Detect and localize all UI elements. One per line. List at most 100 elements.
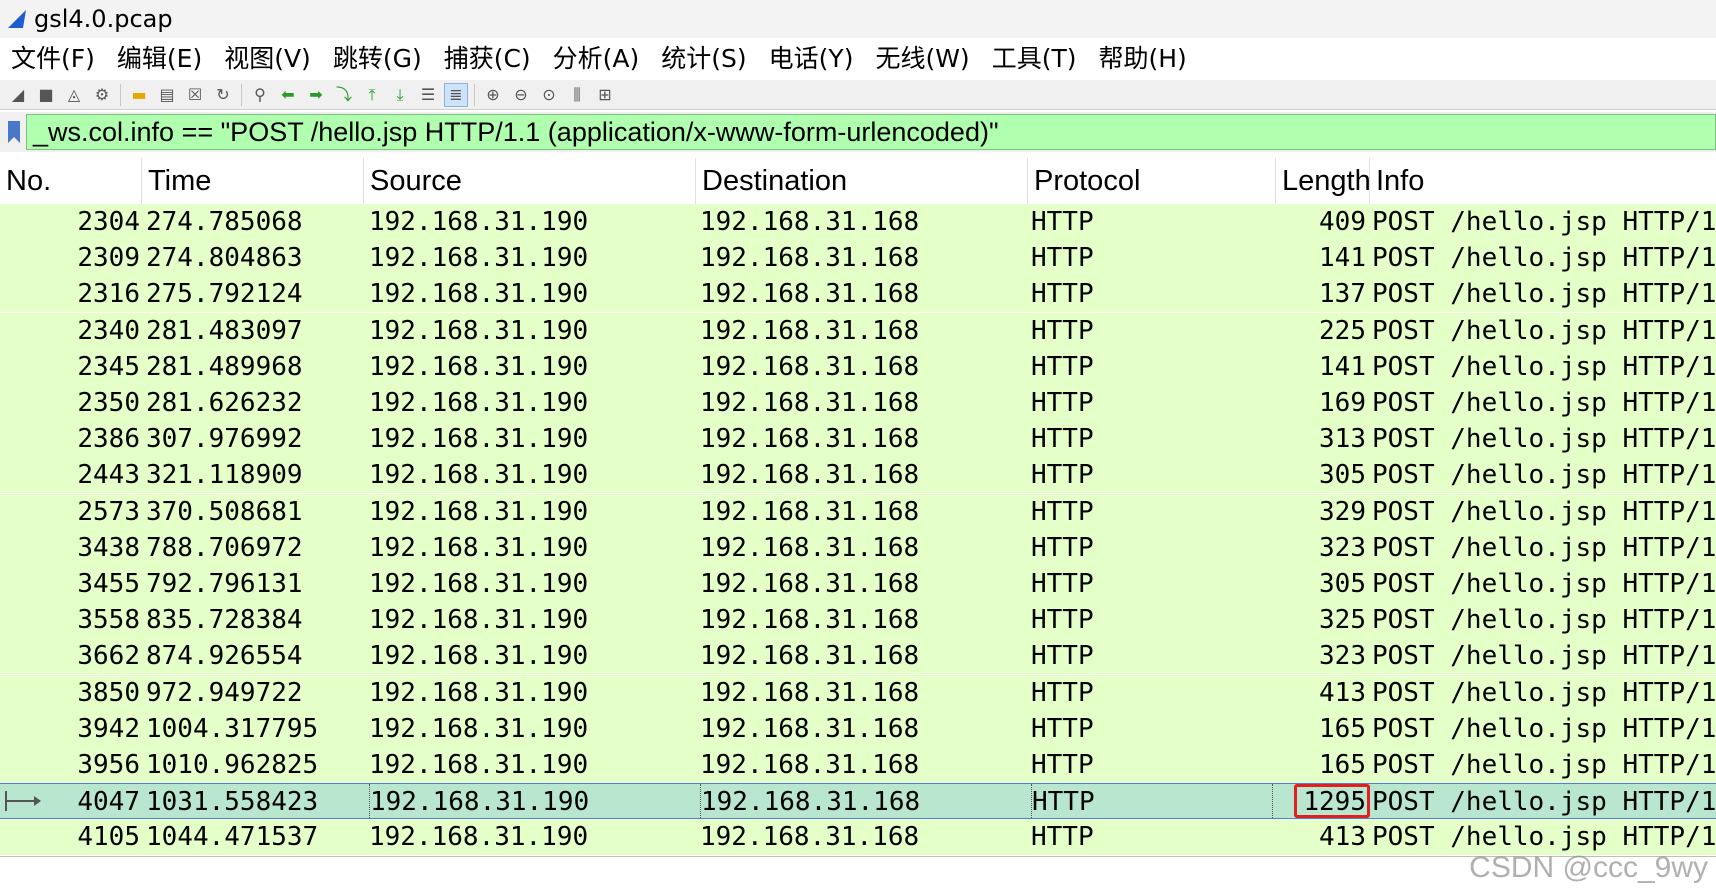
column-header-destination[interactable]: Destination <box>696 158 1028 204</box>
table-row[interactable]: 3850 972.949722 192.168.31.190 192.168.31.1… <box>0 675 1716 711</box>
packet-info: POST /hello.jsp HTTP/1 <box>1372 822 1716 852</box>
table-row-selected[interactable]: 4047 1031.558423 192.168.31.190 192.168.31.… <box>0 783 1716 820</box>
packet-info: POST /hello.jsp HTTP/1 <box>1372 352 1716 382</box>
table-row[interactable]: 2304 274.785068 192.168.31.190 192.168.31.1… <box>0 204 1716 240</box>
go-back-icon[interactable]: ⬅ <box>276 83 300 107</box>
table-row[interactable]: 3942 1004.317795 192.168.31.190 192.168.31.… <box>0 711 1716 747</box>
table-row[interactable]: 2309 274.804863 192.168.31.190 192.168.31.1… <box>0 240 1716 276</box>
packet-source: 192.168.31.190 <box>369 460 589 490</box>
restart-capture-icon[interactable]: ◬ <box>62 83 86 107</box>
menu-tools[interactable]: 工具(T) <box>981 38 1088 80</box>
packet-protocol: HTTP <box>1031 605 1094 635</box>
table-row[interactable]: 2573 370.508681 192.168.31.190 192.168.31.1… <box>0 494 1716 530</box>
bookmark-icon[interactable] <box>2 115 26 149</box>
packet-source: 192.168.31.190 <box>369 533 589 563</box>
column-header-protocol[interactable]: Protocol <box>1028 158 1276 204</box>
packet-protocol: HTTP <box>1031 424 1094 454</box>
table-row[interactable]: 3558 835.728384 192.168.31.190 192.168.31.1… <box>0 602 1716 638</box>
go-last-icon[interactable]: ⤓ <box>388 83 412 107</box>
packet-protocol: HTTP <box>1031 279 1094 309</box>
close-file-icon[interactable]: ☒ <box>183 83 207 107</box>
menu-help[interactable]: 帮助(H) <box>1087 38 1197 80</box>
packet-length: 325 <box>1319 605 1366 635</box>
packet-time: 275.792124 <box>146 279 303 309</box>
packet-no: 3558 <box>77 605 140 635</box>
menu-statistics[interactable]: 统计(S) <box>650 38 757 80</box>
table-row[interactable]: 2350 281.626232 192.168.31.190 192.168.31.1… <box>0 385 1716 421</box>
reload-file-icon[interactable]: ↻ <box>211 83 235 107</box>
table-row[interactable]: 3662 874.926554 192.168.31.190 192.168.31.1… <box>0 638 1716 674</box>
table-row[interactable]: 2316 275.792124 192.168.31.190 192.168.31.1… <box>0 276 1716 312</box>
menu-go[interactable]: 跳转(G) <box>322 38 433 80</box>
table-row[interactable]: 2345 281.489968 192.168.31.190 192.168.31.1… <box>0 349 1716 385</box>
table-row[interactable]: 3455 792.796131 192.168.31.190 192.168.31.1… <box>0 566 1716 602</box>
zoom-out-icon[interactable]: ⊖ <box>509 83 533 107</box>
packet-protocol: HTTP <box>1031 243 1094 273</box>
column-header-length[interactable]: Length <box>1276 158 1370 204</box>
packet-details-pane <box>0 856 1716 892</box>
go-first-icon[interactable]: ⤒ <box>360 83 384 107</box>
packet-no: 2316 <box>77 279 140 309</box>
table-row[interactable]: 2340 281.483097 192.168.31.190 192.168.31.1… <box>0 313 1716 349</box>
packet-time: 307.976992 <box>146 424 303 454</box>
go-to-packet-icon[interactable]: ⤵ <box>332 83 356 107</box>
packet-length: 413 <box>1319 678 1366 708</box>
menu-view[interactable]: 视图(V) <box>213 38 322 80</box>
packet-no: 2350 <box>77 388 140 418</box>
packet-length: 137 <box>1319 279 1366 309</box>
packet-protocol: HTTP <box>1031 750 1094 780</box>
column-header-no[interactable]: No. <box>0 158 142 204</box>
packet-info: POST /hello.jsp HTTP/1 <box>1372 750 1716 780</box>
packet-source: 192.168.31.190 <box>369 750 589 780</box>
packet-protocol: HTTP <box>1031 641 1094 671</box>
packet-source: 192.168.31.190 <box>369 207 589 237</box>
packet-info: POST /hello.jsp HTTP/1 <box>1372 714 1716 744</box>
toolbar-separator <box>474 83 475 106</box>
menu-file[interactable]: 文件(F) <box>0 38 106 80</box>
main-toolbar: ◢ ■ ◬ ⚙ ▬ ▤ ☒ ↻ ⚲ ⬅ ➡ ⤵ ⤒ ⤓ ☰ ≣ ⊕ ⊖ ⊙ ⫼ … <box>0 80 1716 110</box>
packet-no: 3850 <box>77 678 140 708</box>
table-row[interactable]: 3956 1010.962825 192.168.31.190 192.168.31.… <box>0 747 1716 783</box>
packet-time: 274.804863 <box>146 243 303 273</box>
table-row[interactable]: 3438 788.706972 192.168.31.190 192.168.31.1… <box>0 530 1716 566</box>
colorize-icon[interactable]: ≣ <box>444 82 468 107</box>
length-highlight-box <box>1294 784 1370 818</box>
packet-info: POST /hello.jsp HTTP/1 <box>1372 207 1716 237</box>
packet-info: POST /hello.jsp HTTP/1 <box>1372 605 1716 635</box>
packet-source: 192.168.31.190 <box>369 279 589 309</box>
save-file-icon[interactable]: ▤ <box>155 83 179 107</box>
table-row[interactable]: 4105 1044.471537 192.168.31.190 192.168.31.… <box>0 819 1716 855</box>
toolbar-separator <box>241 83 242 106</box>
packet-destination: 192.168.31.168 <box>700 569 920 599</box>
table-row[interactable]: 2443 321.118909 192.168.31.190 192.168.31.1… <box>0 457 1716 493</box>
capture-options-icon[interactable]: ⚙ <box>90 83 114 107</box>
layout-icon[interactable]: ⊞ <box>593 83 617 107</box>
start-capture-icon[interactable]: ◢ <box>6 83 30 107</box>
packet-time: 1031.558423 <box>146 787 319 817</box>
go-forward-icon[interactable]: ➡ <box>304 83 328 107</box>
column-header-time[interactable]: Time <box>142 158 364 204</box>
packet-length: 141 <box>1319 352 1366 382</box>
find-packet-icon[interactable]: ⚲ <box>248 83 272 107</box>
column-header-source[interactable]: Source <box>364 158 696 204</box>
packet-protocol: HTTP <box>1031 497 1094 527</box>
column-header-info[interactable]: Info <box>1370 158 1716 204</box>
menu-analyze[interactable]: 分析(A) <box>542 38 651 80</box>
packet-source: 192.168.31.190 <box>369 243 589 273</box>
menu-wireless[interactable]: 无线(W) <box>864 38 980 80</box>
resize-columns-icon[interactable]: ⫼ <box>565 83 589 107</box>
stop-capture-icon[interactable]: ■ <box>34 83 58 107</box>
packet-info: POST /hello.jsp HTTP/1 <box>1372 460 1716 490</box>
display-filter-input[interactable]: _ws.col.info == "POST /hello.jsp HTTP/1.… <box>26 114 1716 150</box>
menu-capture[interactable]: 捕获(C) <box>433 38 542 80</box>
table-row[interactable]: 2386 307.976992 192.168.31.190 192.168.31.1… <box>0 421 1716 457</box>
menu-telephony[interactable]: 电话(Y) <box>758 38 865 80</box>
open-file-icon[interactable]: ▬ <box>127 83 151 107</box>
auto-scroll-icon[interactable]: ☰ <box>416 83 440 107</box>
packet-info: POST /hello.jsp HTTP/1 <box>1372 641 1716 671</box>
display-filter-bar: _ws.col.info == "POST /hello.jsp HTTP/1.… <box>0 112 1716 152</box>
zoom-normal-icon[interactable]: ⊙ <box>537 83 561 107</box>
zoom-in-icon[interactable]: ⊕ <box>481 83 505 107</box>
packet-source: 192.168.31.190 <box>369 714 589 744</box>
menu-edit[interactable]: 编辑(E) <box>106 38 213 80</box>
